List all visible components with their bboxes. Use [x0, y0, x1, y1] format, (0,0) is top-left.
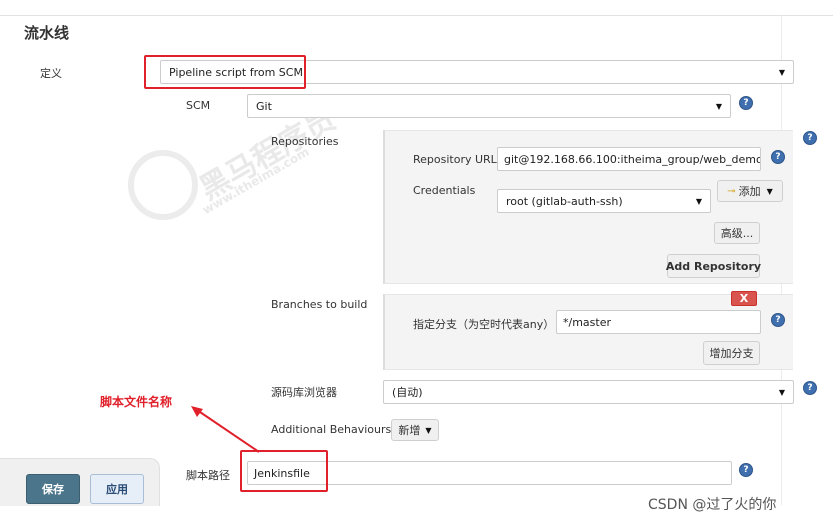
repository-browser-help-icon[interactable]: ?: [803, 381, 817, 395]
watermark-logo-1: [128, 150, 198, 220]
repository-url-label: Repository URL: [413, 153, 497, 166]
add-branch-button[interactable]: 增加分支: [703, 341, 760, 365]
csdn-caption: CSDN @过了火的你: [648, 497, 777, 513]
advanced-button[interactable]: 高级...: [714, 222, 760, 244]
repositories-help-icon[interactable]: ?: [803, 131, 817, 145]
delete-branch-button[interactable]: X: [731, 291, 757, 306]
definition-label: 定义: [40, 67, 62, 80]
chevron-down-icon: ▼: [715, 101, 722, 111]
apply-button[interactable]: 应用: [90, 474, 144, 504]
repository-url-help-icon[interactable]: ?: [771, 150, 785, 164]
branch-specifier-help-icon[interactable]: ?: [771, 313, 785, 327]
save-button[interactable]: 保存: [26, 474, 80, 504]
script-path-help-icon[interactable]: ?: [739, 463, 753, 477]
scm-value: Git: [256, 99, 272, 113]
definition-highlight-box: [144, 55, 306, 89]
chevron-down-icon: ▼: [778, 67, 785, 77]
branch-specifier-label: 指定分支（为空时代表any）: [413, 318, 555, 331]
branch-specifier-input[interactable]: */master: [556, 310, 761, 334]
credentials-add-label: 添加: [738, 185, 761, 198]
section-title: 流水线: [24, 24, 70, 42]
add-behaviour-label: 新增: [398, 424, 421, 437]
scm-help-icon[interactable]: ?: [739, 96, 753, 110]
top-divider: [0, 15, 833, 16]
script-path-highlight-box: [240, 450, 328, 492]
repositories-label: Repositories: [271, 135, 339, 148]
repository-url-input[interactable]: git@192.168.66.100:itheima_group/web_dem…: [497, 147, 761, 171]
branches-label: Branches to build: [271, 298, 368, 311]
add-behaviour-button[interactable]: 新增 ▼: [391, 419, 439, 441]
scm-label: SCM: [186, 99, 211, 112]
caret-down-icon: ▼: [766, 186, 773, 196]
chevron-down-icon: ▼: [695, 196, 702, 206]
credentials-select[interactable]: root (gitlab-auth-ssh) ▼: [497, 189, 711, 213]
add-repository-button[interactable]: Add Repository: [666, 254, 761, 278]
additional-behaviours-label: Additional Behaviours: [271, 423, 392, 436]
chevron-down-icon: ▼: [778, 387, 785, 397]
credentials-add-button[interactable]: ⊸ 添加 ▼: [717, 180, 783, 202]
annotation-label: 脚本文件名称: [100, 395, 173, 409]
key-icon: ⊸: [727, 185, 736, 197]
script-path-label: 脚本路径: [186, 469, 230, 482]
repository-browser-value: (自动): [392, 386, 423, 399]
scm-select[interactable]: Git ▼: [247, 94, 731, 118]
repository-browser-label: 源码库浏览器: [271, 386, 337, 399]
credentials-value: root (gitlab-auth-ssh): [506, 194, 623, 208]
caret-down-icon: ▼: [425, 425, 432, 435]
repository-browser-select[interactable]: (自动) ▼: [383, 380, 794, 404]
credentials-label: Credentials: [413, 184, 476, 197]
